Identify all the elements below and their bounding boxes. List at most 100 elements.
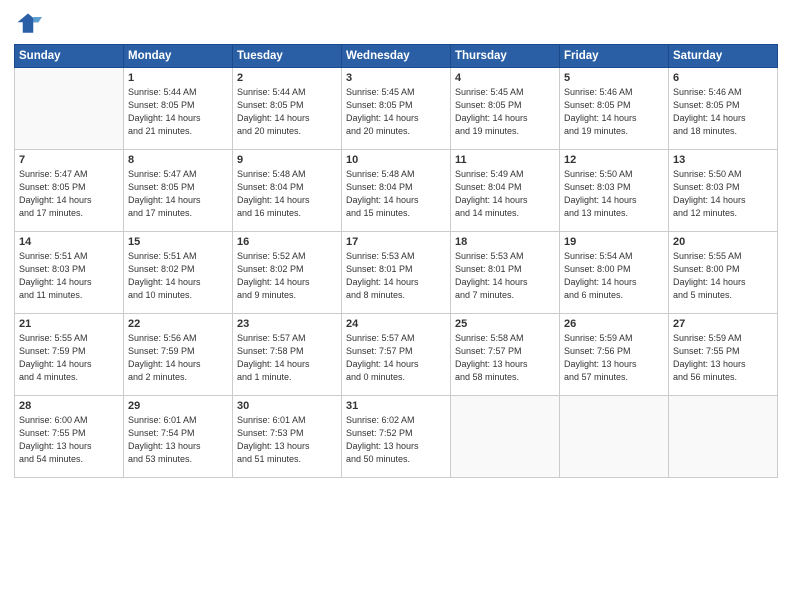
day-number: 31 [346, 400, 446, 412]
calendar-cell: 21 Sunrise: 5:55 AM Sunset: 7:59 PM Dayli… [15, 314, 124, 396]
calendar-cell: 16 Sunrise: 5:52 AM Sunset: 8:02 PM Dayli… [233, 232, 342, 314]
day-number: 12 [564, 154, 664, 166]
day-number: 22 [128, 318, 228, 330]
day-number: 8 [128, 154, 228, 166]
logo [14, 10, 46, 38]
calendar-cell: 11 Sunrise: 5:49 AM Sunset: 8:04 PM Dayli… [451, 150, 560, 232]
column-header-wednesday: Wednesday [342, 45, 451, 68]
calendar-cell: 28 Sunrise: 6:00 AM Sunset: 7:55 PM Dayli… [15, 396, 124, 478]
calendar-cell [560, 396, 669, 478]
calendar-cell: 5 Sunrise: 5:46 AM Sunset: 8:05 PM Daylig… [560, 68, 669, 150]
calendar-cell: 15Sunrise: 5:51 AM Sunset: 8:02 PM Dayli… [124, 232, 233, 314]
day-number: 11 [455, 154, 555, 166]
calendar-cell: 20 Sunrise: 5:55 AM Sunset: 8:00 PM Dayli… [669, 232, 778, 314]
calendar-cell: 19 Sunrise: 5:54 AM Sunset: 8:00 PM Dayli… [560, 232, 669, 314]
day-info: Sunrise: 5:45 AM Sunset: 8:05 PM Dayligh… [455, 86, 555, 138]
column-header-friday: Friday [560, 45, 669, 68]
day-info: Sunrise: 5:49 AM Sunset: 8:04 PM Dayligh… [455, 168, 555, 220]
day-info: Sunrise: 6:02 AM Sunset: 7:52 PM Dayligh… [346, 414, 446, 466]
day-number: 23 [237, 318, 337, 330]
week-row-2: 14 Sunrise: 5:51 AM Sunset: 8:03 PM Dayli… [15, 232, 778, 314]
day-number: 30 [237, 400, 337, 412]
calendar-cell: 24 Sunrise: 5:57 AM Sunset: 7:57 PM Dayli… [342, 314, 451, 396]
day-info: Sunrise: 5:44 AM Sunset: 8:05 PM Dayligh… [237, 86, 337, 138]
calendar-cell: 22 Sunrise: 5:56 AM Sunset: 7:59 PM Dayli… [124, 314, 233, 396]
logo-icon [14, 10, 42, 38]
calendar-cell: 10 Sunrise: 5:48 AM Sunset: 8:04 PM Dayli… [342, 150, 451, 232]
day-info: Sunrise: 5:45 AM Sunset: 8:05 PM Dayligh… [346, 86, 446, 138]
calendar-cell: 27 Sunrise: 5:59 AM Sunset: 7:55 PM Dayli… [669, 314, 778, 396]
week-row-1: 7Sunrise: 5:47 AM Sunset: 8:05 PM Daylig… [15, 150, 778, 232]
calendar-cell: 8Sunrise: 5:47 AM Sunset: 8:05 PM Daylig… [124, 150, 233, 232]
day-info: Sunrise: 5:55 AM Sunset: 8:00 PM Dayligh… [673, 250, 773, 302]
day-info: Sunrise: 5:50 AM Sunset: 8:03 PM Dayligh… [564, 168, 664, 220]
day-info: Sunrise: 5:48 AM Sunset: 8:04 PM Dayligh… [237, 168, 337, 220]
day-number: 7 [19, 154, 119, 166]
day-number: 28 [19, 400, 119, 412]
day-info: Sunrise: 5:55 AM Sunset: 7:59 PM Dayligh… [19, 332, 119, 384]
day-info: Sunrise: 5:52 AM Sunset: 8:02 PM Dayligh… [237, 250, 337, 302]
calendar-cell: 17 Sunrise: 5:53 AM Sunset: 8:01 PM Dayli… [342, 232, 451, 314]
column-header-thursday: Thursday [451, 45, 560, 68]
day-info: Sunrise: 5:53 AM Sunset: 8:01 PM Dayligh… [346, 250, 446, 302]
day-info: Sunrise: 5:59 AM Sunset: 7:56 PM Dayligh… [564, 332, 664, 384]
day-number: 2 [237, 72, 337, 84]
day-number: 20 [673, 236, 773, 248]
calendar-cell: 29Sunrise: 6:01 AM Sunset: 7:54 PM Dayli… [124, 396, 233, 478]
day-info: Sunrise: 5:56 AM Sunset: 7:59 PM Dayligh… [128, 332, 228, 384]
day-number: 3 [346, 72, 446, 84]
calendar-header: SundayMondayTuesdayWednesdayThursdayFrid… [15, 45, 778, 68]
day-info: Sunrise: 5:46 AM Sunset: 8:05 PM Dayligh… [673, 86, 773, 138]
calendar-cell: 30 Sunrise: 6:01 AM Sunset: 7:53 PM Dayli… [233, 396, 342, 478]
calendar-cell: 4 Sunrise: 5:45 AM Sunset: 8:05 PM Daylig… [451, 68, 560, 150]
calendar-cell: 13Sunrise: 5:50 AM Sunset: 8:03 PM Dayli… [669, 150, 778, 232]
day-number: 14 [19, 236, 119, 248]
day-info: Sunrise: 5:57 AM Sunset: 7:57 PM Dayligh… [346, 332, 446, 384]
day-number: 4 [455, 72, 555, 84]
calendar-cell: 18Sunrise: 5:53 AM Sunset: 8:01 PM Dayli… [451, 232, 560, 314]
calendar-cell [15, 68, 124, 150]
day-info: Sunrise: 6:00 AM Sunset: 7:55 PM Dayligh… [19, 414, 119, 466]
day-number: 21 [19, 318, 119, 330]
day-info: Sunrise: 5:50 AM Sunset: 8:03 PM Dayligh… [673, 168, 773, 220]
day-info: Sunrise: 5:54 AM Sunset: 8:00 PM Dayligh… [564, 250, 664, 302]
day-number: 16 [237, 236, 337, 248]
page: SundayMondayTuesdayWednesdayThursdayFrid… [0, 0, 792, 612]
day-number: 29 [128, 400, 228, 412]
day-info: Sunrise: 5:48 AM Sunset: 8:04 PM Dayligh… [346, 168, 446, 220]
calendar-cell: 2 Sunrise: 5:44 AM Sunset: 8:05 PM Daylig… [233, 68, 342, 150]
calendar-cell: 6Sunrise: 5:46 AM Sunset: 8:05 PM Daylig… [669, 68, 778, 150]
calendar-cell [669, 396, 778, 478]
column-header-monday: Monday [124, 45, 233, 68]
day-number: 19 [564, 236, 664, 248]
day-number: 24 [346, 318, 446, 330]
day-number: 17 [346, 236, 446, 248]
header [14, 10, 778, 38]
calendar-cell: 12 Sunrise: 5:50 AM Sunset: 8:03 PM Dayli… [560, 150, 669, 232]
calendar-cell: 14 Sunrise: 5:51 AM Sunset: 8:03 PM Dayli… [15, 232, 124, 314]
day-info: Sunrise: 5:58 AM Sunset: 7:57 PM Dayligh… [455, 332, 555, 384]
day-info: Sunrise: 5:51 AM Sunset: 8:03 PM Dayligh… [19, 250, 119, 302]
day-number: 15 [128, 236, 228, 248]
calendar-cell: 1 Sunrise: 5:44 AM Sunset: 8:05 PM Daylig… [124, 68, 233, 150]
week-row-4: 28 Sunrise: 6:00 AM Sunset: 7:55 PM Dayli… [15, 396, 778, 478]
day-info: Sunrise: 5:57 AM Sunset: 7:58 PM Dayligh… [237, 332, 337, 384]
day-number: 1 [128, 72, 228, 84]
day-info: Sunrise: 6:01 AM Sunset: 7:53 PM Dayligh… [237, 414, 337, 466]
day-number: 5 [564, 72, 664, 84]
calendar-table: SundayMondayTuesdayWednesdayThursdayFrid… [14, 44, 778, 478]
day-number: 27 [673, 318, 773, 330]
calendar-cell [451, 396, 560, 478]
week-row-3: 21 Sunrise: 5:55 AM Sunset: 7:59 PM Dayli… [15, 314, 778, 396]
calendar-cell: 3 Sunrise: 5:45 AM Sunset: 8:05 PM Daylig… [342, 68, 451, 150]
day-info: Sunrise: 5:44 AM Sunset: 8:05 PM Dayligh… [128, 86, 228, 138]
day-number: 26 [564, 318, 664, 330]
day-info: Sunrise: 5:59 AM Sunset: 7:55 PM Dayligh… [673, 332, 773, 384]
column-header-saturday: Saturday [669, 45, 778, 68]
calendar-body: 1 Sunrise: 5:44 AM Sunset: 8:05 PM Daylig… [15, 68, 778, 478]
day-number: 9 [237, 154, 337, 166]
day-info: Sunrise: 5:46 AM Sunset: 8:05 PM Dayligh… [564, 86, 664, 138]
calendar-cell: 26 Sunrise: 5:59 AM Sunset: 7:56 PM Dayli… [560, 314, 669, 396]
day-number: 25 [455, 318, 555, 330]
day-number: 10 [346, 154, 446, 166]
